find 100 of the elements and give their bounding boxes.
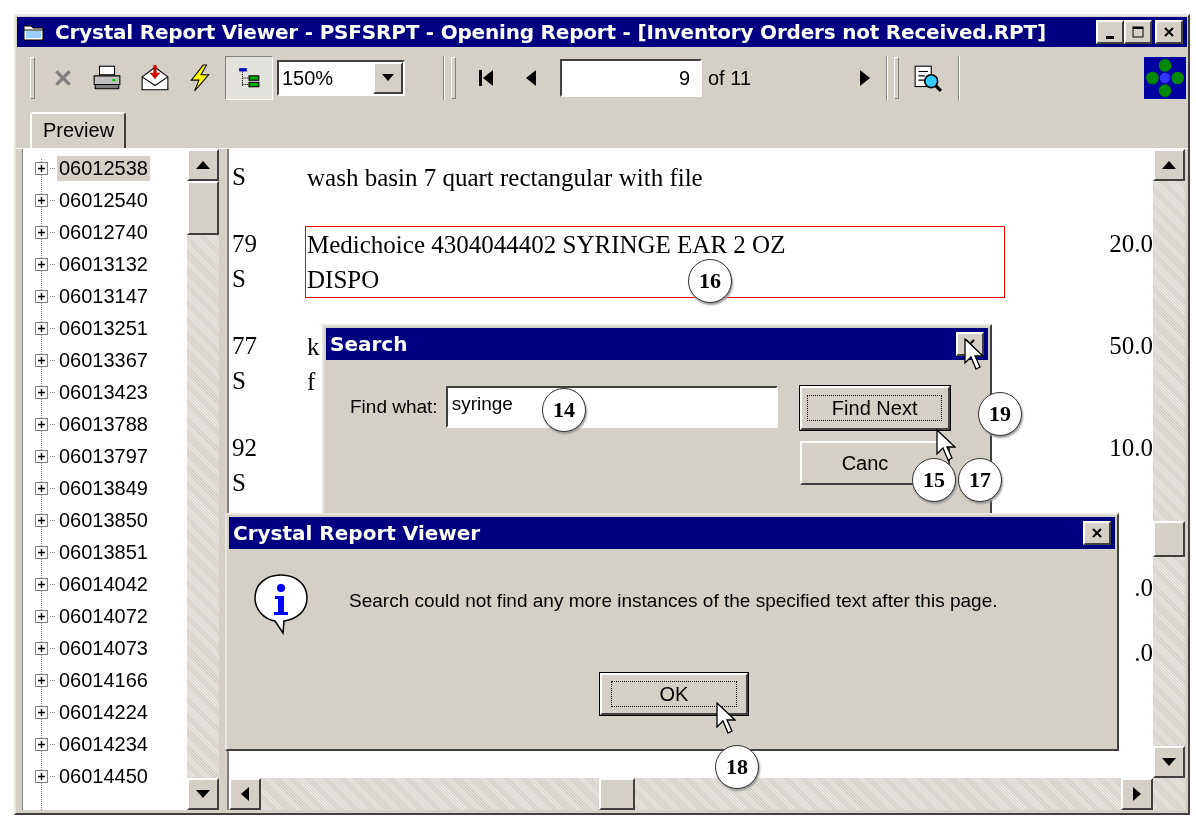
- plus-box-icon[interactable]: [35, 513, 48, 527]
- report-code: S: [232, 264, 247, 294]
- tree-item[interactable]: 06014042: [57, 571, 150, 597]
- close-icon: [1163, 26, 1175, 38]
- report-amount: 10.0: [1109, 433, 1153, 463]
- plus-box-icon[interactable]: [35, 641, 48, 655]
- page-number-field[interactable]: 9: [560, 59, 702, 97]
- tree-item[interactable]: 06013367: [57, 347, 150, 373]
- plus-box-icon[interactable]: [35, 673, 48, 687]
- plus-box-icon[interactable]: [35, 257, 48, 271]
- folder-icon: [23, 22, 45, 42]
- plus-box-icon[interactable]: [35, 289, 48, 303]
- tree-item[interactable]: 06012540: [57, 187, 150, 213]
- tree-icon: [237, 66, 261, 90]
- plus-box-icon[interactable]: [35, 449, 48, 463]
- find-next-button[interactable]: Find Next: [799, 386, 950, 430]
- tree-item[interactable]: 06014073: [57, 635, 150, 661]
- report-text: f: [306, 367, 316, 397]
- lightning-icon[interactable]: [188, 64, 212, 92]
- message-text: Search could not find any more instances of the specified text after this page.: [349, 590, 998, 612]
- zoom-dropdown[interactable]: 150%: [277, 60, 405, 96]
- horizontal-scrollbar[interactable]: [229, 778, 1185, 810]
- report-text: Medichoice 4304044402 SYRINGE EAR 2 OZ: [306, 230, 786, 260]
- page-count: of 11: [708, 66, 751, 90]
- previous-page-icon[interactable]: [525, 68, 537, 88]
- tree-item[interactable]: 06013850: [57, 507, 150, 533]
- tree-item[interactable]: 06013849: [57, 475, 150, 501]
- plus-box-icon[interactable]: [35, 705, 48, 719]
- preview-tab[interactable]: Preview: [30, 112, 127, 150]
- scroll-thumb[interactable]: [187, 181, 219, 235]
- ok-button[interactable]: OK: [600, 673, 748, 715]
- mouse-pointer-icon: [964, 338, 984, 372]
- report-text: wash basin 7 quart rectangular with file: [306, 163, 703, 193]
- report-amount: 20.0: [1109, 229, 1153, 259]
- plus-box-icon[interactable]: [35, 737, 48, 751]
- plus-box-icon[interactable]: [35, 321, 48, 335]
- mouse-pointer-icon: [716, 702, 736, 736]
- maximize-button[interactable]: [1124, 20, 1152, 44]
- dialog-title: Search: [330, 332, 408, 356]
- report-code: S: [232, 468, 247, 498]
- report-code: 92: [232, 433, 258, 463]
- tree-item[interactable]: 06012538: [57, 155, 150, 181]
- tree-item[interactable]: 06014072: [57, 603, 150, 629]
- close-button[interactable]: [1083, 521, 1111, 545]
- tree-item[interactable]: 06013132: [57, 251, 150, 277]
- tree-item[interactable]: 06014234: [57, 731, 150, 757]
- tree-item[interactable]: 06013797: [57, 443, 150, 469]
- close-button[interactable]: [1155, 20, 1183, 44]
- minimize-icon: [1106, 35, 1114, 39]
- tree-item[interactable]: 06013851: [57, 539, 150, 565]
- report-amount: 50.0: [1109, 331, 1153, 361]
- up-arrow-icon: [1162, 161, 1176, 169]
- maximize-icon: [1132, 26, 1144, 38]
- plus-box-icon[interactable]: [35, 353, 48, 367]
- minimize-button[interactable]: [1096, 20, 1124, 44]
- plus-box-icon[interactable]: [35, 545, 48, 559]
- plus-box-icon[interactable]: [35, 609, 48, 623]
- down-arrow-icon: [1162, 758, 1176, 766]
- down-arrow-icon: [196, 790, 210, 798]
- tree-item[interactable]: 06013788: [57, 411, 150, 437]
- report-code: S: [232, 162, 247, 192]
- tree-item[interactable]: 06014224: [57, 699, 150, 725]
- tree-item[interactable]: 06014166: [57, 667, 150, 693]
- vertical-scrollbar[interactable]: [1153, 149, 1185, 778]
- report-text: DISPO: [306, 265, 380, 295]
- first-page-icon[interactable]: [478, 68, 494, 88]
- envelope-icon[interactable]: [140, 64, 170, 92]
- printer-icon[interactable]: [92, 65, 122, 91]
- tree-item[interactable]: 06014450: [57, 763, 150, 789]
- scroll-thumb[interactable]: [1153, 521, 1185, 557]
- tree-item[interactable]: 06013423: [57, 379, 150, 405]
- plus-box-icon[interactable]: [35, 481, 48, 495]
- tree-item[interactable]: 06013251: [57, 315, 150, 341]
- plus-box-icon[interactable]: [35, 225, 48, 239]
- report-amount: .0: [1134, 638, 1153, 668]
- report-code: S: [232, 366, 247, 396]
- plus-box-icon[interactable]: [35, 161, 48, 175]
- close-icon: [1091, 527, 1103, 539]
- next-page-icon[interactable]: [859, 68, 871, 88]
- group-tree-toggle[interactable]: [225, 56, 273, 100]
- report-code: 77: [232, 331, 258, 361]
- report-code: 79: [232, 229, 258, 259]
- left-arrow-icon: [241, 787, 249, 801]
- report-amount: .0: [1134, 573, 1153, 603]
- vertical-scrollbar[interactable]: [187, 149, 219, 810]
- plus-box-icon[interactable]: [35, 417, 48, 431]
- plus-box-icon[interactable]: [35, 385, 48, 399]
- plus-box-icon[interactable]: [35, 577, 48, 591]
- dialog-title: Crystal Report Viewer: [233, 521, 481, 545]
- up-arrow-icon: [196, 161, 210, 169]
- report-text: k: [306, 332, 320, 362]
- tree-item[interactable]: 06012740: [57, 219, 150, 245]
- search-icon[interactable]: [913, 63, 943, 93]
- plus-box-icon[interactable]: [35, 193, 48, 207]
- tree-item[interactable]: 06013147: [57, 283, 150, 309]
- logo-icon: [1144, 57, 1186, 99]
- scroll-thumb[interactable]: [599, 778, 635, 810]
- right-arrow-icon: [1133, 787, 1141, 801]
- plus-box-icon[interactable]: [35, 769, 48, 783]
- find-label: Find what:: [350, 396, 438, 418]
